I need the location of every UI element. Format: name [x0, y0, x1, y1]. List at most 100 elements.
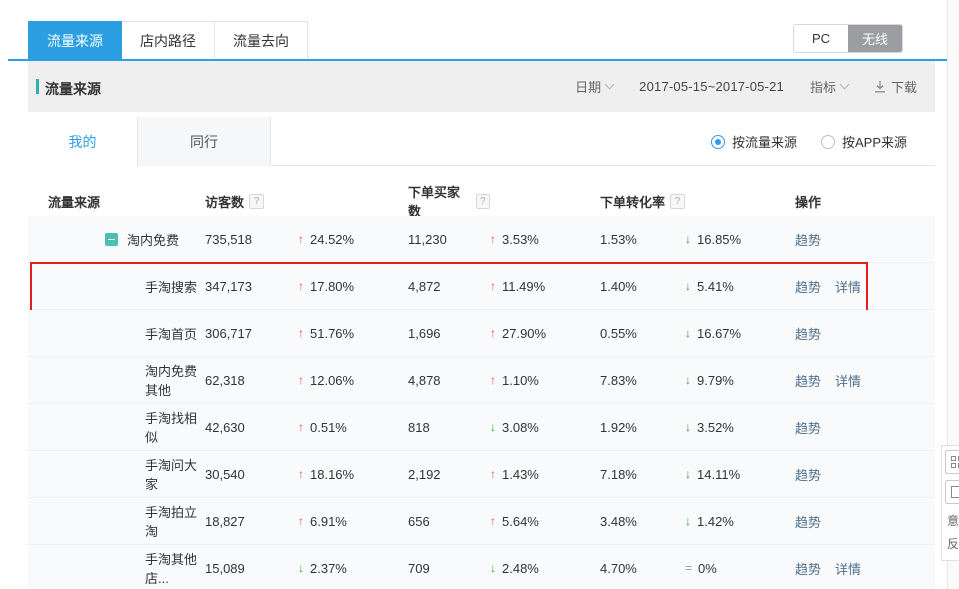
arrow-up-icon: ↑ [490, 514, 496, 528]
source-name: 手淘首页 [145, 324, 197, 343]
buyers-change: ↑ 11.49% [490, 279, 600, 294]
table-row: 手淘拍立淘18,827↑6.91%656↑5.64%3.48%↓1.42%趋势 [28, 498, 935, 545]
change-value: 16.67% [697, 326, 741, 341]
trend-link[interactable]: 趋势 [795, 277, 821, 296]
feedback-label[interactable]: 意反 [945, 510, 959, 556]
change-value: 27.90% [502, 326, 546, 341]
help-icon[interactable]: ? [249, 194, 264, 209]
change-value: 51.76% [310, 326, 354, 341]
trend-link[interactable]: 趋势 [795, 418, 821, 437]
arrow-down-icon: ↓ [685, 467, 691, 481]
source-name: 手淘找相似 [145, 408, 205, 446]
change-value: 1.10% [502, 373, 539, 388]
table-row: 手淘问大家30,540↑18.16%2,192↑1.43%7.18%↓14.11… [28, 451, 935, 498]
trend-link[interactable]: 趋势 [795, 559, 821, 578]
table-row: 淘内免费其他62,318↑12.06%4,878↑1.10%7.83%↓9.79… [28, 357, 935, 404]
table-body: 淘内免费735,518↑24.52%11,230↑3.53%1.53%↓16.8… [28, 216, 935, 589]
arrow-up-icon: ↑ [298, 232, 304, 246]
buyers-value: 656 [408, 514, 490, 529]
tab-traffic-source[interactable]: 流量来源 [28, 21, 122, 59]
source-name-cell: 淘内免费其他 [28, 361, 205, 399]
conversion-value: 4.70% [600, 561, 685, 576]
action-cell: 趋势 [795, 230, 935, 249]
download-button[interactable]: 下载 [874, 77, 917, 96]
source-name: 手淘搜索 [145, 277, 197, 296]
wireless-toggle-button[interactable]: 无线 [848, 25, 902, 52]
change-value: 3.08% [502, 420, 539, 435]
change-value: 24.52% [310, 232, 354, 247]
buyers-value: 4,878 [408, 373, 490, 388]
survey-icon[interactable] [945, 480, 959, 504]
radio-by-traffic-source[interactable]: 按流量来源 [711, 132, 797, 151]
table-row: 手淘搜索347,173↑17.80%4,872↑11.49%1.40%↓5.41… [28, 263, 935, 310]
help-icon[interactable]: ? [476, 194, 491, 209]
change-value: 17.80% [310, 279, 354, 294]
buyers-value: 1,696 [408, 326, 490, 341]
source-type-radio-group: 按流量来源 按APP来源 [711, 117, 907, 166]
change-value: 2.48% [502, 561, 539, 576]
col-header-conversion: 下单转化率 ? [600, 192, 685, 211]
radio-label: 按APP来源 [842, 132, 907, 151]
arrow-up-icon: ↑ [298, 467, 304, 481]
table-row: 手淘其他店...15,089↓2.37%709↓2.48%4.70%=0%趋势详… [28, 545, 935, 589]
arrow-down-icon: ↓ [490, 420, 496, 434]
change-value: 3.52% [697, 420, 734, 435]
trend-link[interactable]: 趋势 [795, 371, 821, 390]
change-value: 9.79% [697, 373, 734, 388]
conversion-change: ↓16.85% [685, 232, 795, 247]
conversion-value: 1.92% [600, 420, 685, 435]
conversion-change: ↓5.41% [685, 279, 795, 294]
help-icon[interactable]: ? [670, 194, 685, 209]
radio-label: 按流量来源 [732, 132, 797, 151]
trend-link[interactable]: 趋势 [795, 230, 821, 249]
buyers-change: ↑1.10% [490, 373, 600, 388]
trend-link[interactable]: 趋势 [795, 465, 821, 484]
action-cell: 趋势 [795, 418, 935, 437]
buyers-value: 4,872 [408, 279, 490, 294]
device-toggle: PC 无线 [793, 24, 903, 53]
visitors-value: 18,827 [205, 514, 298, 529]
arrow-down-icon: ↓ [685, 326, 691, 340]
visitors-value: 306,717 [205, 326, 298, 341]
trend-link[interactable]: 趋势 [795, 324, 821, 343]
conversion-value: 7.83% [600, 373, 685, 388]
date-dropdown[interactable]: 日期 [575, 77, 613, 96]
conversion-value: 1.53% [600, 232, 685, 247]
table-row: 手淘首页306,717↑51.76%1,696↑27.90%0.55%↓16.6… [28, 310, 935, 357]
metrics-dropdown[interactable]: 指标 [810, 77, 848, 96]
action-cell: 趋势详情 [795, 559, 935, 578]
arrow-up-icon: ↑ [490, 467, 496, 481]
arrow-up-icon: ↑ [298, 326, 304, 340]
detail-link[interactable]: 详情 [835, 277, 861, 296]
arrow-up-icon: ↑ [490, 279, 496, 293]
change-value: 11.49% [502, 279, 545, 294]
arrow-down-icon: ↓ [685, 279, 691, 293]
collapse-minus-icon[interactable] [105, 233, 118, 246]
view-tab-band: 我的 同行 按流量来源 按APP来源 [28, 117, 935, 166]
change-value: 16.85% [697, 232, 741, 247]
table-row: 手淘找相似42,630↑0.51%818↓3.08%1.92%↓3.52%趋势 [28, 404, 935, 451]
visitors-change: ↑12.06% [298, 373, 408, 388]
change-value: 6.91% [310, 514, 347, 529]
col-header-source: 流量来源 [28, 192, 205, 211]
trend-link[interactable]: 趋势 [795, 512, 821, 531]
radio-by-app-source[interactable]: 按APP来源 [821, 132, 907, 151]
tab-mine[interactable]: 我的 [28, 117, 138, 167]
detail-link[interactable]: 详情 [835, 371, 861, 390]
visitors-change: ↑18.16% [298, 467, 408, 482]
col-header-label: 操作 [795, 192, 821, 211]
metrics-dropdown-label: 指标 [810, 77, 836, 96]
tab-instore-path[interactable]: 店内路径 [122, 21, 215, 59]
arrow-up-icon: ↑ [490, 232, 496, 246]
visitors-value: 735,518 [205, 232, 298, 247]
change-value: 2.37% [310, 561, 347, 576]
arrow-down-icon: ↓ [298, 561, 304, 575]
date-dropdown-label: 日期 [575, 77, 601, 96]
arrow-down-icon: ↓ [490, 561, 496, 575]
qr-code-icon[interactable] [945, 450, 959, 474]
detail-link[interactable]: 详情 [835, 559, 861, 578]
source-name-cell: 手淘首页 [28, 324, 205, 343]
pc-toggle-button[interactable]: PC [794, 25, 848, 52]
tab-traffic-destination[interactable]: 流量去向 [215, 21, 308, 59]
tab-peers[interactable]: 同行 [138, 117, 271, 166]
